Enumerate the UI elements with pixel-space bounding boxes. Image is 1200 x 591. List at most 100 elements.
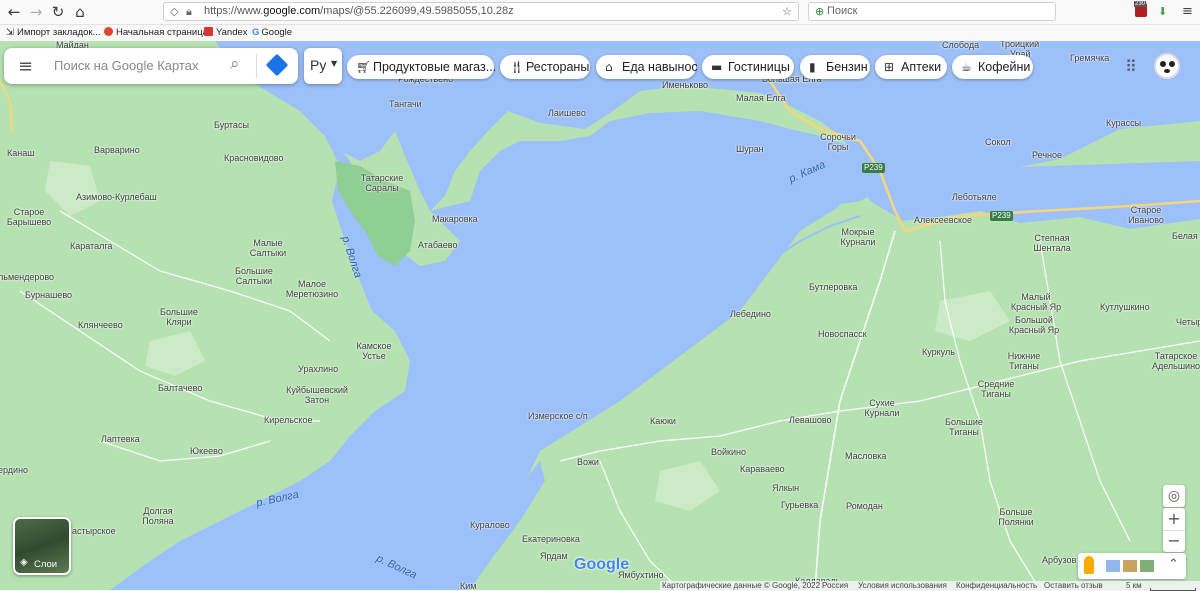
privacy-link[interactable]: Конфиденциальность xyxy=(956,581,1037,590)
place-label: Куйбышевский Затон xyxy=(286,385,348,405)
chip-pharmacies[interactable]: ⊞ Аптеки xyxy=(875,55,947,79)
pharmacy-icon: ⊞ xyxy=(884,60,895,74)
place-label: Четыр xyxy=(1176,317,1200,327)
language-selector[interactable]: Ру ▼ xyxy=(304,48,342,84)
place-label: Большие Салтыки xyxy=(235,266,273,286)
reload-icon[interactable]: ↻ xyxy=(48,3,68,21)
place-label: Речное xyxy=(1032,150,1062,160)
road-shield: P239 xyxy=(990,211,1013,221)
thumbnail-icon[interactable] xyxy=(1106,560,1120,572)
browser-search-field[interactable]: ⊕ Поиск xyxy=(808,2,1056,21)
chip-hotels[interactable]: ▬ Гостиницы xyxy=(702,55,794,79)
place-label: Больше Полянки xyxy=(998,507,1034,527)
place-label: Малые Салтыки xyxy=(249,238,287,258)
chip-gas[interactable]: ▮ Бензин xyxy=(800,55,870,79)
zoom-in-button[interactable]: + xyxy=(1163,508,1185,530)
country-link[interactable]: Россия xyxy=(822,581,848,590)
chip-takeout[interactable]: ⌂ Еда навынос xyxy=(596,55,698,79)
terms-link[interactable]: Условия использования xyxy=(858,581,947,590)
layers-toggle[interactable]: ◈ Слои xyxy=(13,517,71,575)
browser-search-placeholder: Поиск xyxy=(827,5,858,17)
maps-search-input[interactable] xyxy=(52,57,226,74)
pegman-icon[interactable] xyxy=(1084,556,1094,574)
road-shield: P239 xyxy=(862,163,885,173)
zoom-controls: + − xyxy=(1163,508,1185,552)
place-label: Вожи xyxy=(577,457,599,467)
place-label: Ким xyxy=(460,581,477,590)
place-label: Юкеево xyxy=(190,446,223,456)
shield-icon[interactable]: ◇ xyxy=(170,3,178,20)
bookmark-google[interactable]: G Google xyxy=(252,27,292,38)
place-label: Белая xyxy=(1172,231,1198,241)
place-label: Атабаево xyxy=(418,240,458,250)
lock-icon[interactable]: 🔒︎ xyxy=(186,3,192,20)
search-icon[interactable]: ⌕ xyxy=(230,54,240,74)
place-label: Именьково xyxy=(662,80,709,90)
scale-label[interactable]: 5 км xyxy=(1126,581,1142,590)
language-label: Ру xyxy=(310,57,327,73)
place-label: льмендерово xyxy=(0,272,55,282)
place-label: Малый Красный Яр xyxy=(1010,292,1062,312)
browser-toolbar: ← → ↻ ⌂ ◇ 🔒︎ https://www.google.com/maps… xyxy=(0,0,1200,25)
apps-grid-icon[interactable]: ⠿ xyxy=(1125,57,1137,76)
bookmark-home[interactable]: Начальная страница xyxy=(104,27,208,38)
place-label: Курассы xyxy=(1106,118,1142,128)
bookmark-import[interactable]: ⇲ Импорт закладок... xyxy=(6,27,100,38)
place-label: Бутлеровка xyxy=(809,282,858,292)
place-label: Караталга xyxy=(70,241,113,251)
place-label: Ялкын xyxy=(772,483,800,493)
place-label: Татарские Саралы xyxy=(360,173,404,193)
layers-icon: ◈ xyxy=(20,557,28,568)
map-canvas[interactable]: р. Волга р. Кама р. Волга р. Волга P239 … xyxy=(0,41,1200,590)
feedback-link[interactable]: Оставить отзыв xyxy=(1044,581,1103,590)
place-label: Большие Тиганы xyxy=(945,417,983,437)
cart-icon: 🛒︎ xyxy=(356,60,372,74)
bookmarks-bar: ⇲ Импорт закладок... Начальная страница … xyxy=(0,25,1200,41)
place-label: Гремячка xyxy=(1070,53,1110,63)
place-label: Войкино xyxy=(711,447,746,457)
home-icon[interactable]: ⌂ xyxy=(70,3,90,21)
place-label: Бурнашево xyxy=(25,290,72,300)
avatar[interactable] xyxy=(1154,53,1180,79)
forward-icon[interactable]: → xyxy=(26,3,46,21)
place-label: Сухие Курнали xyxy=(864,398,900,418)
expand-icon[interactable]: ⌃ xyxy=(1168,557,1179,572)
place-label: Большой Красный Яр xyxy=(1008,315,1060,335)
thumbnail-icon[interactable] xyxy=(1123,560,1137,572)
chip-groceries[interactable]: 🛒︎ Продуктовые магаз... xyxy=(347,55,496,79)
place-label: Лебедино xyxy=(730,309,771,319)
place-label: Степная Шентала xyxy=(1033,233,1071,253)
maps-search-box: ≡ ⌕ xyxy=(4,48,298,84)
my-location-icon[interactable]: ◎ xyxy=(1163,485,1185,507)
place-label: Варварино xyxy=(94,145,140,155)
place-label: астырское xyxy=(72,526,116,536)
google-icon: G xyxy=(252,27,260,38)
directions-icon[interactable] xyxy=(265,53,289,77)
thumbnail-icon[interactable] xyxy=(1140,560,1154,572)
download-icon[interactable]: ⬇ xyxy=(1158,5,1167,18)
bookmark-yandex[interactable]: Yandex xyxy=(204,27,248,38)
place-label: Татарское Адельшино xyxy=(1151,351,1200,371)
place-label: Клянчеево xyxy=(78,320,123,330)
google-logo: Google xyxy=(574,556,630,573)
place-label: Шуран xyxy=(736,144,764,154)
place-label: Арбузов xyxy=(1042,555,1077,565)
bed-icon: ▬ xyxy=(711,60,723,74)
place-label: Буртасы xyxy=(214,120,249,130)
zoom-out-button[interactable]: − xyxy=(1163,530,1185,552)
chip-restaurants[interactable]: 🍴︎ Рестораны xyxy=(500,55,590,79)
place-label: Куралово xyxy=(470,520,510,530)
place-label: Урахлино xyxy=(298,364,339,374)
place-label: Малая Елга xyxy=(736,93,786,103)
coffee-icon: ☕︎ xyxy=(961,60,972,74)
url-bar[interactable]: ◇ 🔒︎ https://www.google.com/maps/@55.226… xyxy=(163,2,799,21)
place-label: Большие Кляри xyxy=(160,307,198,327)
extension-icon[interactable]: 230 xyxy=(1134,1,1147,17)
bookmark-star-icon[interactable]: ☆ xyxy=(782,3,792,20)
chip-cafes[interactable]: ☕︎ Кофейни xyxy=(952,55,1033,79)
place-label: Слобода xyxy=(942,41,980,50)
back-icon[interactable]: ← xyxy=(4,3,24,21)
menu-icon[interactable]: ≡ xyxy=(1182,4,1193,19)
firefox-icon xyxy=(104,27,113,36)
menu-hamburger-icon[interactable]: ≡ xyxy=(18,56,33,77)
